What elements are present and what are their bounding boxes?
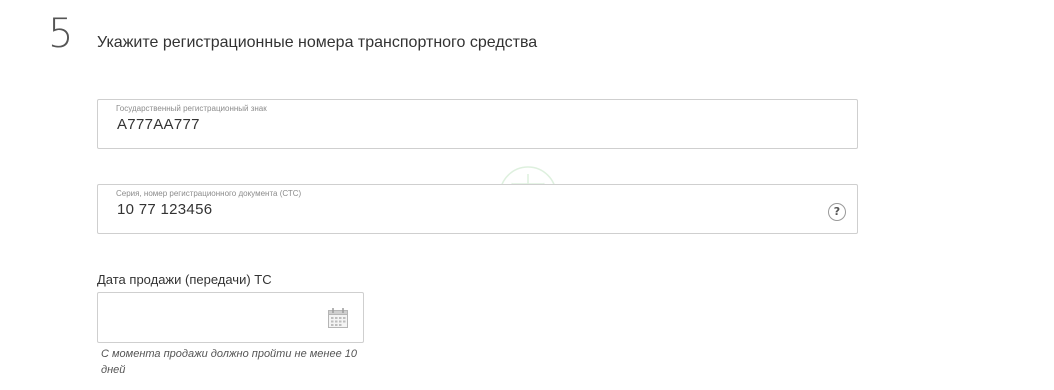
step-title: Укажите регистрационные номера транспорт… [97, 34, 538, 51]
vehicle-registration-step: 5 Укажите регистрационные номера транспо… [0, 0, 1054, 390]
sale-date-hint: С момента продажи должно пройти не менее… [101, 348, 357, 376]
calendar-icon[interactable] [327, 307, 349, 329]
sts-number-field[interactable]: Серия, номер регистрационного документа … [97, 184, 858, 234]
sale-date-input[interactable] [97, 292, 364, 343]
sts-number-value[interactable]: 10 77 123456 [117, 200, 212, 220]
step-number: 5 [48, 11, 74, 57]
sale-date-label: Дата продажи (передачи) ТС [97, 272, 272, 287]
question-circle-icon[interactable]: ? [828, 203, 846, 221]
plate-number-field[interactable]: Государственный регистрационный знак А77… [97, 99, 858, 149]
plate-number-label: Государственный регистрационный знак [116, 104, 267, 113]
plate-number-value[interactable]: А777АА777 [117, 115, 200, 135]
sts-number-label: Серия, номер регистрационного документа … [116, 189, 302, 198]
